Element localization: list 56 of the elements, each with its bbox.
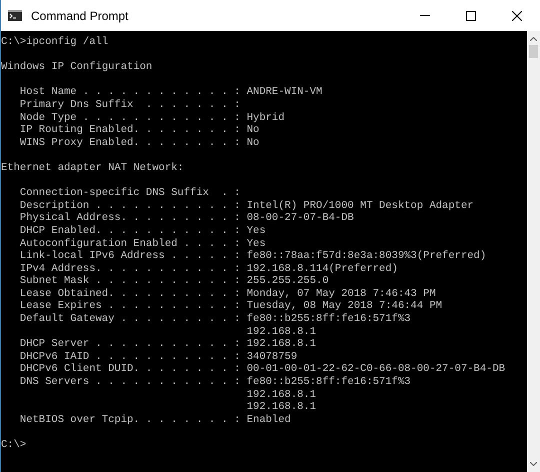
property-value: 00-01-00-01-22-62-C0-66-08-00-27-07-B4-DB — [246, 363, 506, 376]
close-icon — [512, 10, 522, 20]
property-value: 34078759 — [246, 350, 298, 364]
property-label: Lease Obtained. . . . . . . . . . : — [20, 288, 240, 300]
console-line: Windows IP Configuration — [1, 61, 152, 74]
property-label: DHCPv6 IAID . . . . . . . . . . . : — [20, 350, 240, 363]
property-value: No — [246, 136, 260, 150]
property-label: Link-local IPv6 Address . . . . . : — [20, 250, 240, 262]
property-value: fe80::b255:8ff:fe16:571f%3 — [246, 313, 411, 326]
property-value: 192.168.8.1 — [246, 388, 316, 402]
property-value: 192.168.8.1 — [246, 326, 316, 338]
console-line: C:\>ipconfig /all — [1, 36, 108, 48]
property-label: Subnet Mask . . . . . . . . . . . : — [20, 275, 240, 288]
property-value: ANDRE-WIN-VM — [246, 86, 322, 99]
property-value: 255.255.255.0 — [246, 275, 329, 288]
property-value: Hybrid — [246, 112, 285, 124]
property-value: 192.168.8.1 — [246, 338, 316, 351]
property-label: Host Name . . . . . . . . . . . . : — [20, 86, 240, 98]
property-label: IPv4 Address. . . . . . . . . . . : — [20, 262, 240, 275]
scrollbar[interactable] — [527, 31, 540, 472]
property-label: Physical Address. . . . . . . . . : — [20, 212, 240, 224]
property-label: Connection-specific DNS Suffix . : — [20, 187, 240, 200]
property-label: NetBIOS over Tcpip. . . . . . . . : — [20, 414, 240, 426]
property-value: Tuesday, 08 May 2018 7:46:44 PM — [246, 300, 442, 313]
console-line: Ethernet adapter NAT Network: — [1, 162, 184, 174]
property-value: Yes — [246, 224, 266, 238]
property-label: DHCP Server . . . . . . . . . . . : — [20, 338, 240, 350]
property-label: WINS Proxy Enabled. . . . . . . . : — [20, 136, 240, 149]
scroll-up-icon[interactable] — [530, 37, 537, 41]
property-label: DHCPv6 Client DUID. . . . . . . . : — [20, 363, 240, 376]
console-line: C:\> — [1, 439, 26, 451]
property-value: Monday, 07 May 2018 7:46:43 PM — [246, 288, 436, 300]
console-icon — [8, 10, 22, 21]
property-label: Default Gateway . . . . . . . . . : — [20, 313, 240, 326]
property-label: Node Type . . . . . . . . . . . . : — [20, 112, 240, 124]
property-value: Yes — [246, 238, 266, 250]
property-value: 08-00-27-07-B4-DB — [246, 212, 354, 225]
property-value: No — [246, 124, 260, 137]
maximize-icon — [466, 10, 476, 20]
minimize-icon — [420, 15, 430, 16]
property-label: Lease Expires . . . . . . . . . . : — [20, 300, 240, 312]
property-value: 192.168.8.1 — [246, 401, 316, 414]
window-title: Command Prompt — [31, 8, 128, 24]
property-label: IP Routing Enabled. . . . . . . . : — [20, 124, 240, 136]
scroll-down-icon[interactable] — [530, 462, 537, 466]
property-value: Enabled — [246, 414, 291, 426]
property-value: Intel(R) PRO/1000 MT Desktop Adapter — [246, 200, 474, 212]
property-label: DHCP Enabled. . . . . . . . . . . : — [20, 224, 240, 237]
property-value: fe80::78aa:f57d:8e3a:8039%3(Preferred) — [246, 250, 486, 263]
property-value: 192.168.8.114(Preferred) — [246, 262, 398, 276]
property-label: Autoconfiguration Enabled . . . . : — [20, 238, 240, 250]
property-label: Description . . . . . . . . . . . : — [20, 200, 240, 212]
property-label: DNS Servers . . . . . . . . . . . : — [20, 376, 240, 388]
property-value: fe80::b255:8ff:fe16:571f%3 — [246, 376, 411, 389]
property-label: Primary Dns Suffix . . . . . . . : — [20, 98, 240, 111]
scrollbar-thumb[interactable] — [529, 45, 538, 58]
